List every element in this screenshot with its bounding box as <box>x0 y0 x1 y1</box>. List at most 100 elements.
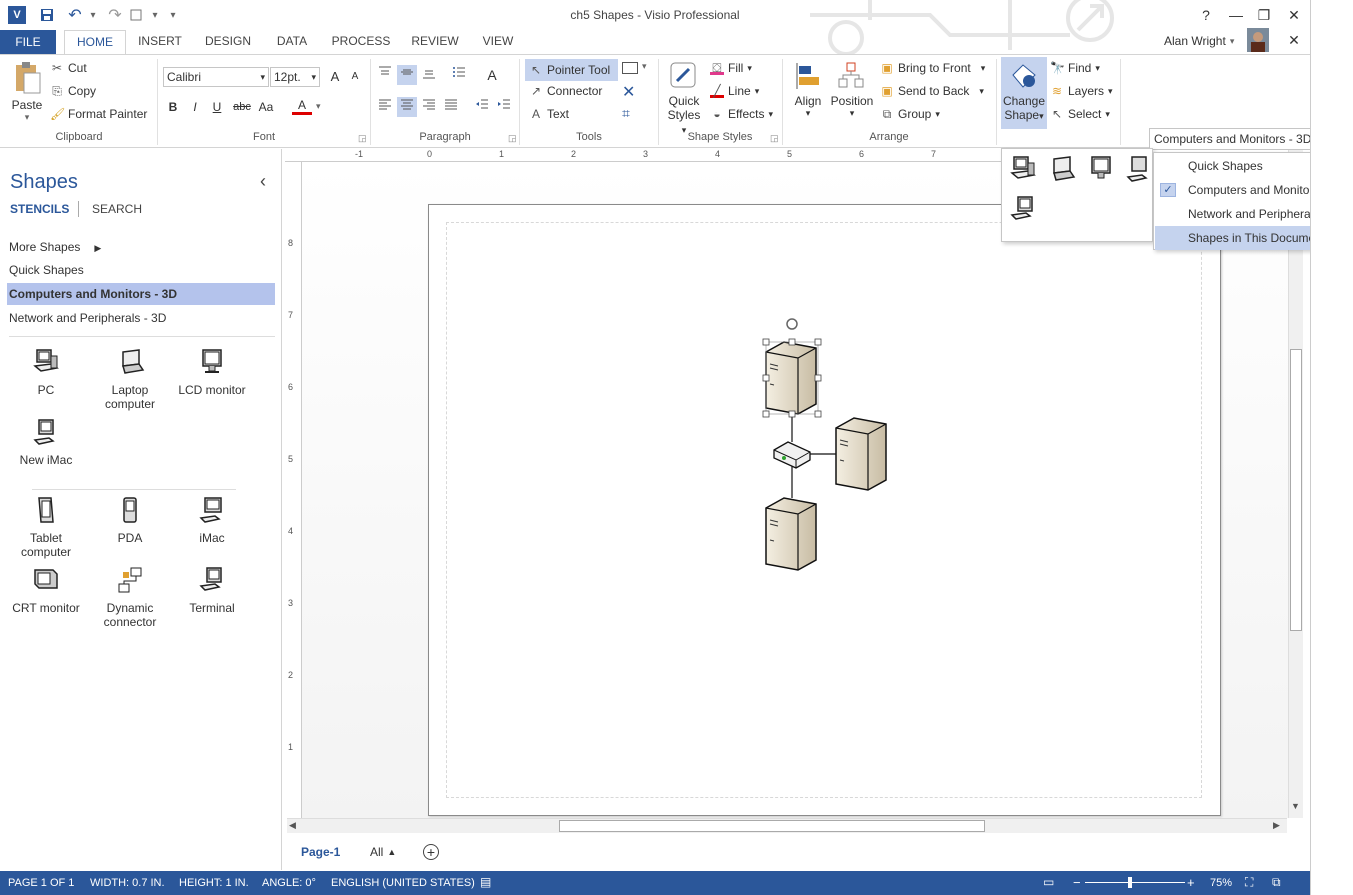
text-tool-button[interactable]: A Text <box>529 107 569 121</box>
tab-file[interactable]: FILE <box>0 30 56 54</box>
shrink-font-button[interactable]: A <box>345 67 365 87</box>
tab-process[interactable]: PROCESS <box>330 30 392 54</box>
switch-windows-icon[interactable]: ⧉ <box>1272 875 1281 890</box>
justify-icon[interactable] <box>441 97 461 117</box>
bring-to-front-button[interactable]: ▣ Bring to Front ▾ <box>880 61 985 75</box>
position-button[interactable]: Position ▾ <box>830 61 874 119</box>
shape-pc[interactable]: PC <box>6 348 86 397</box>
scroll-right-icon[interactable]: ▶ <box>1273 820 1280 831</box>
tab-insert[interactable]: INSERT <box>136 30 184 54</box>
format-painter-button[interactable]: 🖌 Format Painter <box>50 107 147 121</box>
group-button[interactable]: ⧉ Group ▾ <box>880 107 940 121</box>
quick-styles-button[interactable]: Quick Styles ▾ <box>664 61 704 136</box>
dialog-launcher-icon[interactable]: ◲ <box>770 133 779 144</box>
close-document-button[interactable]: ✕ <box>1284 30 1304 50</box>
server-shape-selected[interactable] <box>762 318 822 418</box>
increase-indent-icon[interactable] <box>494 97 514 117</box>
shape-imac[interactable]: iMac <box>172 496 252 545</box>
fit-page-icon[interactable]: ⛶ <box>1245 875 1253 890</box>
shape-new-imac[interactable]: New iMac <box>6 418 86 467</box>
decrease-indent-icon[interactable] <box>472 97 492 117</box>
status-page[interactable]: PAGE 1 OF 1 <box>8 877 74 889</box>
change-case-button[interactable]: Aa <box>254 97 278 117</box>
terminal-icon[interactable] <box>1008 195 1038 225</box>
shape-dynamic-connector[interactable]: Dynamic connector <box>90 566 170 629</box>
font-color-button[interactable]: A <box>292 97 312 115</box>
align-left-icon[interactable] <box>375 97 395 117</box>
scroll-left-icon[interactable]: ◀ <box>289 820 296 831</box>
macro-recorder-icon[interactable]: ▤ <box>480 875 491 889</box>
minimize-button[interactable]: — <box>1226 5 1246 25</box>
fill-button[interactable]: ⛋ Fill ▾ <box>710 61 752 75</box>
stencil-computers-monitors[interactable]: Computers and Monitors - 3D <box>7 283 275 305</box>
server-shape[interactable] <box>765 497 817 571</box>
zoom-level[interactable]: 75% <box>1210 877 1232 889</box>
align-bottom-icon[interactable] <box>419 65 439 85</box>
scroll-down-icon[interactable]: ▼ <box>1291 801 1300 811</box>
stencil-more-shapes[interactable]: More Shapes ▶ <box>9 236 275 258</box>
strikethrough-button[interactable]: abc <box>230 97 254 117</box>
rectangle-tool-icon[interactable] <box>622 62 638 74</box>
shape-crt-monitor[interactable]: CRT monitor <box>6 566 86 615</box>
dialog-launcher-icon[interactable]: ◲ <box>508 133 517 144</box>
send-to-back-button[interactable]: ▣ Send to Back ▾ <box>880 84 984 98</box>
avatar[interactable] <box>1247 28 1269 52</box>
rotate-handle-icon[interactable] <box>786 318 798 330</box>
page-tab[interactable]: Page-1 <box>301 845 340 859</box>
tab-home[interactable]: HOME <box>64 30 126 54</box>
shape-tablet[interactable]: Tablet computer <box>6 496 86 559</box>
laptop-icon[interactable] <box>1046 155 1076 185</box>
zoom-slider-thumb[interactable] <box>1128 877 1132 888</box>
hub-shape[interactable] <box>773 441 811 469</box>
change-shape-button[interactable]: Change Shape▾ <box>1001 57 1047 129</box>
select-button[interactable]: ↖ Select ▾ <box>1050 107 1110 121</box>
font-name-combo[interactable]: Calibri ▾ <box>163 67 269 87</box>
tab-view[interactable]: VIEW <box>476 30 520 54</box>
presentation-mode-icon[interactable]: ▭ <box>1043 875 1054 889</box>
close-button[interactable]: ✕ <box>1284 5 1304 25</box>
zoom-slider-track[interactable] <box>1085 882 1185 883</box>
tab-design[interactable]: DESIGN <box>200 30 256 54</box>
crop-icon[interactable]: ⌗ <box>622 105 630 122</box>
font-size-combo[interactable]: 12pt. ▾ <box>270 67 320 87</box>
chevron-down-icon[interactable]: ▾ <box>642 61 647 72</box>
tab-review[interactable]: REVIEW <box>408 30 462 54</box>
stencil-quick-shapes[interactable]: Quick Shapes <box>9 259 275 281</box>
underline-button[interactable]: U <box>207 97 227 117</box>
bold-button[interactable]: B <box>163 97 183 117</box>
align-top-icon[interactable] <box>375 65 395 85</box>
tab-stencils[interactable]: STENCILS <box>10 202 69 216</box>
effects-button[interactable]: ◒ Effects ▾ <box>710 107 773 121</box>
find-button[interactable]: 🔭 Find ▾ <box>1050 61 1100 75</box>
align-center-icon[interactable] <box>397 97 417 117</box>
align-button[interactable]: Align ▾ <box>788 61 828 119</box>
imac-icon[interactable] <box>1124 155 1154 185</box>
shape-laptop[interactable]: Laptop computer <box>90 348 170 411</box>
bullets-icon[interactable] <box>449 65 469 85</box>
connection-point-icon[interactable]: ✕ <box>622 82 635 102</box>
pointer-tool-button[interactable]: ↖ Pointer Tool <box>525 59 618 81</box>
layers-button[interactable]: ≋ Layers ▾ <box>1050 84 1113 98</box>
scrollbar-thumb[interactable] <box>559 820 985 832</box>
text-direction-icon[interactable]: A <box>482 65 502 85</box>
italic-button[interactable]: I <box>185 97 205 117</box>
cut-button[interactable]: ✂ Cut <box>50 61 87 75</box>
chevron-down-icon[interactable]: ▾ <box>316 101 321 112</box>
help-button[interactable]: ? <box>1196 5 1216 25</box>
stencil-network-peripherals[interactable]: Network and Peripherals - 3D <box>9 307 275 329</box>
align-right-icon[interactable] <box>419 97 439 117</box>
shape-pda[interactable]: PDA <box>90 496 170 545</box>
tab-search[interactable]: SEARCH <box>92 202 142 216</box>
zoom-out-button[interactable]: − <box>1073 875 1081 890</box>
zoom-in-button[interactable]: + <box>1187 875 1195 890</box>
lcd-monitor-icon[interactable] <box>1086 155 1116 185</box>
dialog-launcher-icon[interactable]: ◲ <box>358 133 367 144</box>
line-button[interactable]: ╱ Line ▾ <box>710 84 759 98</box>
server-shape[interactable] <box>835 417 887 491</box>
horizontal-scrollbar[interactable]: ◀ ▶ <box>287 818 1287 833</box>
status-language[interactable]: ENGLISH (UNITED STATES) <box>331 877 475 889</box>
pc-icon[interactable] <box>1008 155 1038 185</box>
shape-lcd-monitor[interactable]: LCD monitor <box>172 348 252 397</box>
restore-button[interactable]: ❐ <box>1254 5 1274 25</box>
collapse-pane-icon[interactable]: ‹ <box>260 171 266 192</box>
